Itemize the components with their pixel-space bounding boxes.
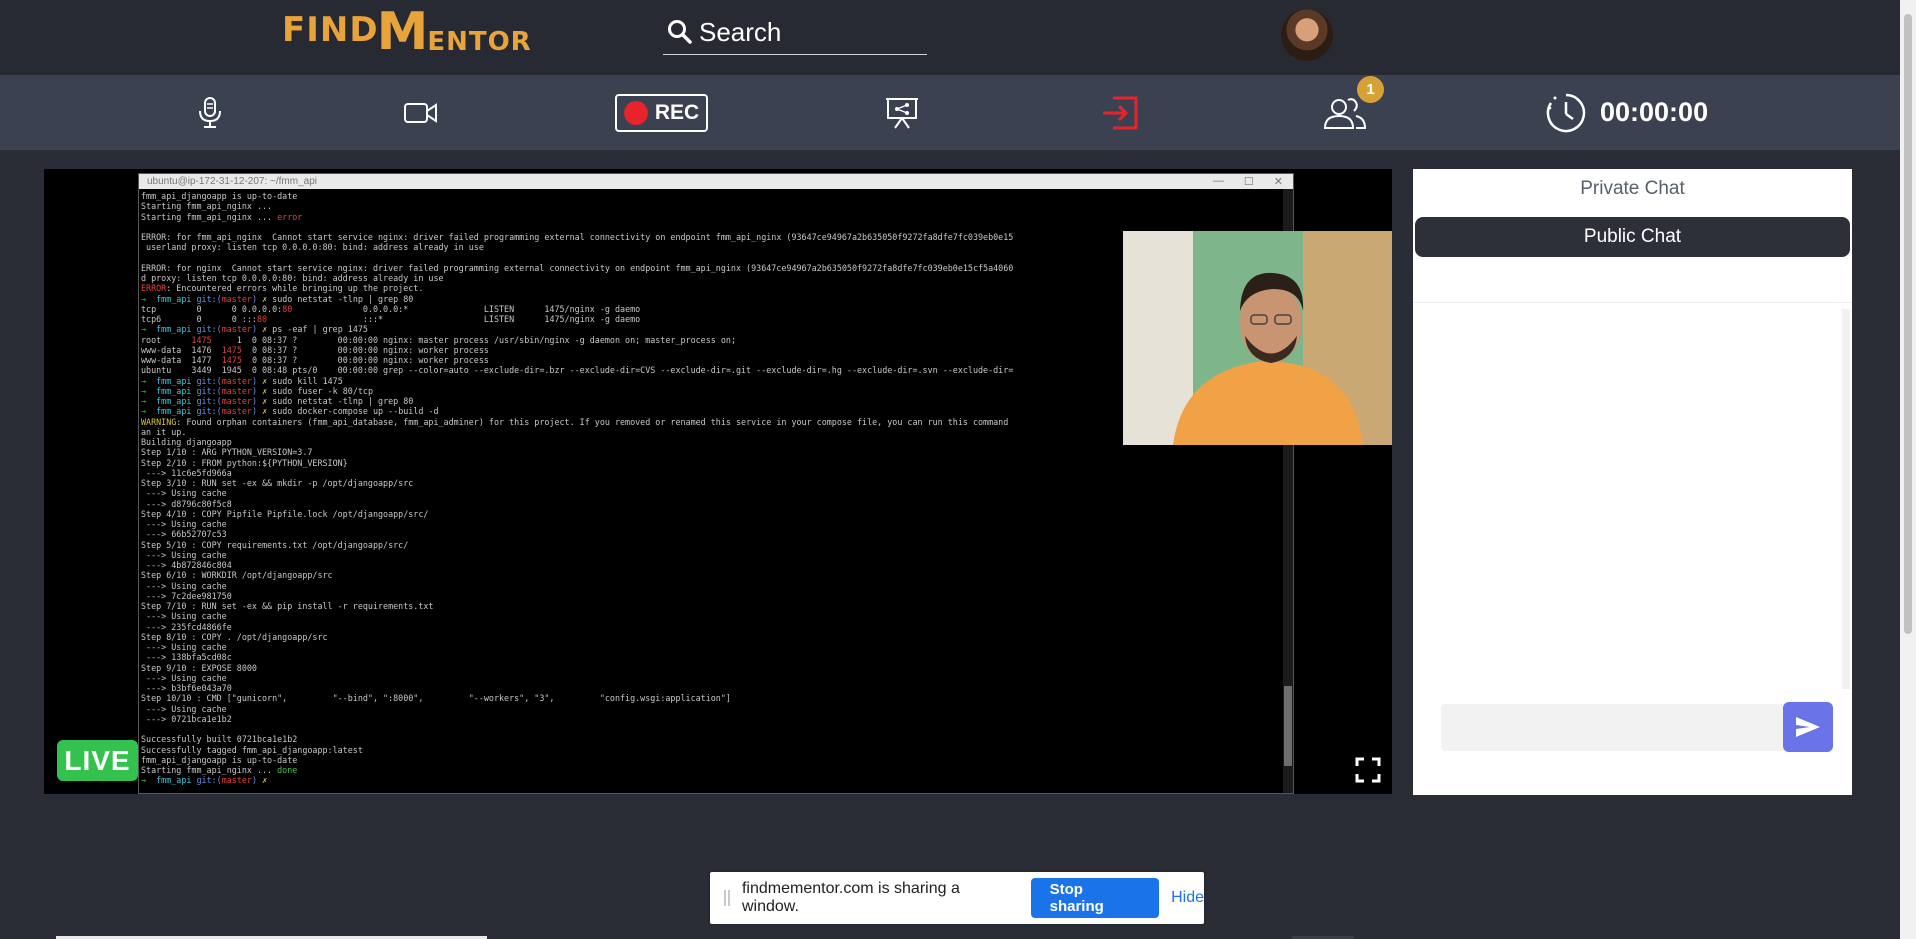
live-badge: LIVE xyxy=(57,740,138,781)
terminal-title: ubuntu@ip-172-31-12-207: ~/fmm_api xyxy=(147,176,317,187)
record-dot-icon xyxy=(623,101,648,125)
shared-screen-stage: ubuntu@ip-172-31-12-207: ~/fmm_api — ☐ ✕ f… xyxy=(44,169,1392,794)
divider xyxy=(1413,302,1852,303)
tab-public-chat[interactable]: Public Chat xyxy=(1415,217,1850,257)
drag-handle-icon[interactable] xyxy=(724,890,730,906)
fullscreen-button[interactable] xyxy=(1355,757,1381,783)
record-label: REC xyxy=(654,101,700,124)
record-button[interactable]: REC xyxy=(615,94,708,132)
send-button[interactable] xyxy=(1783,702,1833,752)
timer-clock xyxy=(1545,75,1587,150)
search-input[interactable]: Search xyxy=(699,17,781,48)
terminal-output: fmm_api_djangoapp is up-to-date Starting… xyxy=(141,191,1014,786)
maximize-icon: ☐ xyxy=(1243,176,1254,188)
terminal-window: ubuntu@ip-172-31-12-207: ~/fmm_api — ☐ ✕ f… xyxy=(138,173,1294,794)
webcam-feed xyxy=(1123,231,1392,445)
camera-button[interactable] xyxy=(401,75,441,150)
terminal-title-bar: ubuntu@ip-172-31-12-207: ~/fmm_api — ☐ ✕ xyxy=(139,174,1293,189)
tab-private-chat[interactable]: Private Chat xyxy=(1413,169,1852,209)
user-avatar[interactable] xyxy=(1281,9,1333,61)
participants-count-badge: 1 xyxy=(1357,76,1384,103)
video-camera-icon xyxy=(404,102,437,123)
minimize-icon: — xyxy=(1212,175,1224,187)
close-icon: ✕ xyxy=(1273,176,1283,188)
clock-icon xyxy=(1546,93,1586,132)
page-scrollbar[interactable] xyxy=(1900,0,1916,939)
hide-link[interactable]: Hide xyxy=(1171,889,1204,907)
meeting-timer: 00:00:00 xyxy=(1600,97,1709,127)
chat-message-input[interactable] xyxy=(1441,704,1786,751)
webcam-preview xyxy=(1123,231,1392,445)
presentation-share-icon xyxy=(886,97,918,129)
fullscreen-icon xyxy=(1355,757,1381,783)
search-box[interactable]: Search xyxy=(663,10,927,55)
logo[interactable]: FIND M ENTOR xyxy=(282,0,532,62)
screen-share-button[interactable] xyxy=(884,75,920,150)
microphone-button[interactable] xyxy=(190,75,230,150)
chat-panel: Private Chat Public Chat xyxy=(1413,169,1852,795)
microphone-icon xyxy=(199,96,221,128)
chat-scrollbar[interactable] xyxy=(1842,309,1850,689)
share-message: findmementor.com is sharing a window. xyxy=(741,880,960,915)
screen-share-notification: findmementor.com is sharing a window. St… xyxy=(710,872,1204,924)
top-bar: FIND M ENTOR Search xyxy=(0,0,1900,75)
search-icon xyxy=(668,20,692,44)
exit-icon xyxy=(1103,96,1138,129)
send-icon xyxy=(1796,717,1820,737)
leave-button[interactable] xyxy=(1100,75,1140,150)
stop-sharing-button[interactable]: Stop sharing xyxy=(1030,878,1160,918)
